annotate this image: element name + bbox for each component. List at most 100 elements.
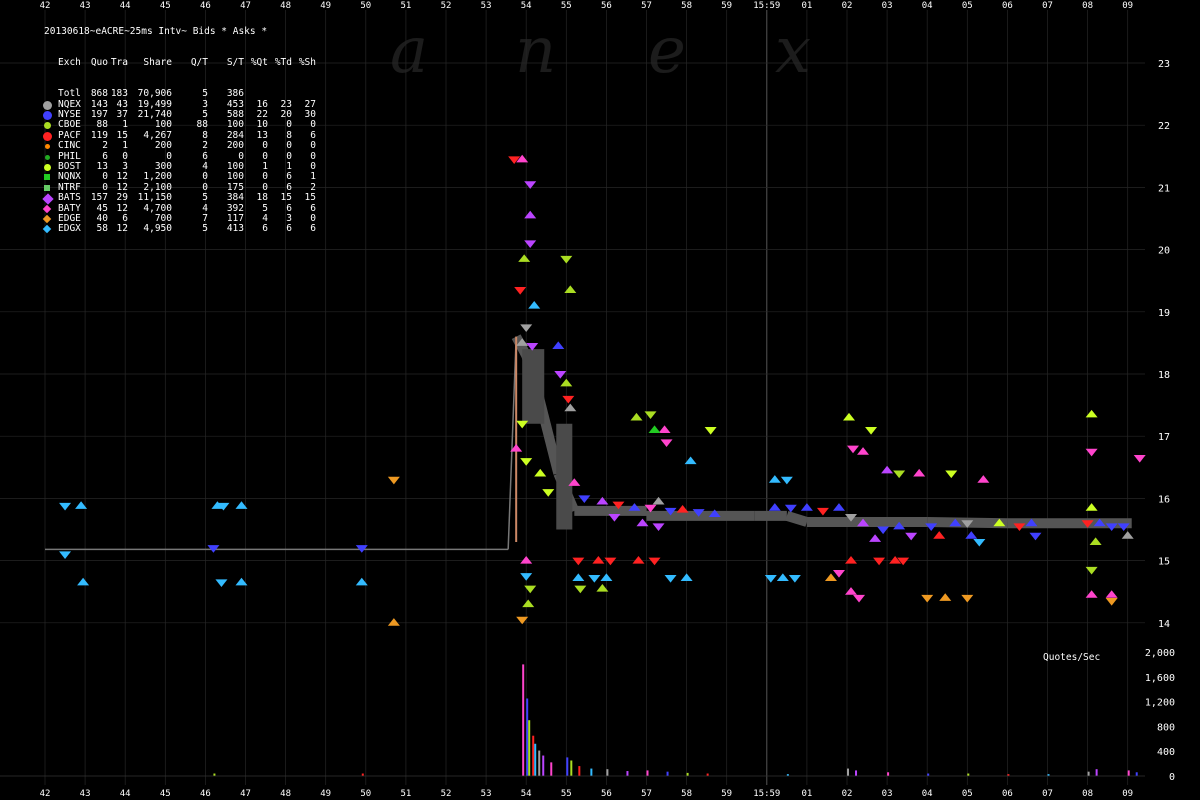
quote-marker: [387, 618, 400, 626]
volume-bar: [522, 664, 525, 776]
y-tick-label: 16: [1158, 494, 1170, 505]
quote-marker: [847, 445, 860, 454]
stats-body: Totl 868 183 70,906 5 386 NQEX 143 43 19,499 3 453 1…: [42, 88, 316, 235]
x-tick-label-top: 01: [801, 1, 812, 11]
stats-cell-st: 384: [226, 192, 244, 204]
x-tick-label-top: 02: [842, 1, 853, 11]
volume-tick-label: 0: [1169, 772, 1175, 783]
exchange-marker-icon: [44, 174, 50, 181]
volume-bar: [550, 762, 553, 776]
x-tick-label-bottom: 45: [160, 789, 171, 799]
stats-header-cell: %Sh: [298, 57, 316, 69]
quote-marker: [652, 523, 665, 532]
x-tick-label-bottom: 44: [120, 789, 131, 799]
stats-cell-psh: 15: [304, 192, 316, 204]
volume-bar: [1095, 769, 1098, 776]
quote-marker: [680, 573, 693, 582]
volume-bar: [1135, 772, 1138, 776]
volume-tick-label: 2,000: [1145, 648, 1175, 659]
stats-cell-pqt: 18: [256, 192, 268, 204]
x-tick-label-bottom: 51: [400, 789, 411, 799]
x-tick-label-top: 04: [922, 1, 933, 11]
quote-marker: [652, 496, 665, 505]
volume-tick-label: 1,200: [1145, 698, 1175, 709]
quote-marker: [843, 412, 856, 421]
volume-tick-label: 800: [1157, 722, 1175, 733]
quote-marker: [873, 557, 886, 566]
quote-marker: [520, 555, 533, 564]
x-tick-label-bottom: 09: [1122, 789, 1133, 799]
volume-axis-label: Quotes/Sec: [1043, 652, 1101, 663]
nbbo-segment: [785, 511, 809, 527]
x-tick-label-top: 58: [681, 1, 692, 11]
quote-marker: [560, 378, 573, 387]
y-tick-label: 15: [1158, 557, 1170, 568]
x-tick-label-top: 56: [601, 1, 612, 11]
volume-bar: [967, 773, 970, 776]
quote-marker: [768, 503, 781, 511]
x-tick-label-bottom: 01: [801, 789, 812, 799]
x-tick-label-bottom: 42: [40, 789, 51, 799]
quote-marker: [522, 599, 535, 608]
quote-marker: [865, 426, 878, 435]
exchange-marker-icon: [44, 163, 51, 171]
x-tick-label-bottom: 57: [641, 789, 652, 799]
quote-marker: [939, 593, 952, 601]
volume-bar: [706, 773, 709, 776]
x-tick-label-bottom: 06: [1002, 789, 1013, 799]
stats-header-cell: S/T: [226, 57, 244, 69]
quote-marker: [1133, 454, 1146, 463]
quote-marker: [528, 300, 541, 309]
stats-row: BATS 157 29 11,150 5 384 18 15 15: [42, 192, 316, 205]
x-tick-label-bottom: 15:59: [753, 789, 780, 799]
exchange-stats-table: 20130618~eACRE~25ms Intv~ Bids * Asks * …: [42, 6, 316, 256]
quote-marker: [961, 594, 974, 603]
volume-bar: [1127, 770, 1130, 776]
quote-marker: [592, 555, 605, 564]
x-tick-label-bottom: 08: [1082, 789, 1093, 799]
volume-bar: [526, 698, 529, 776]
x-tick-label-top: 53: [481, 1, 492, 11]
exchange-marker-icon: [44, 122, 51, 130]
volume-bar: [606, 769, 609, 776]
exchange-marker-icon: [43, 131, 52, 141]
exchange-marker-icon: [42, 225, 52, 234]
x-tick-label-top: 59: [721, 1, 732, 11]
stats-cell-pqt: 6: [262, 223, 268, 235]
quote-marker: [578, 495, 591, 504]
stats-cell-exch: EDGX: [58, 223, 81, 235]
stats-header-cell: Q/T: [190, 57, 208, 69]
x-tick-label-bottom: 50: [360, 789, 371, 799]
volume-bar: [646, 770, 649, 776]
quote-marker: [560, 255, 573, 264]
y-tick-label: 20: [1158, 246, 1170, 257]
y-tick-label: 17: [1158, 432, 1170, 443]
volume-tick-label: 400: [1157, 747, 1175, 758]
stats-cell-qt: 5: [202, 192, 208, 204]
watermark: anex: [390, 14, 811, 88]
y-tick-label: 18: [1158, 370, 1170, 381]
x-tick-label-top: 08: [1082, 1, 1093, 11]
exchange-marker-icon: [45, 154, 50, 160]
quote-marker: [768, 475, 781, 483]
x-tick-label-bottom: 59: [721, 789, 732, 799]
quote-marker: [387, 476, 400, 485]
x-tick-label-top: 06: [1002, 1, 1013, 11]
y-tick-label: 19: [1158, 308, 1170, 319]
exchange-marker-icon: [42, 214, 52, 224]
y-tick-label: 14: [1158, 619, 1170, 630]
exchange-marker-icon: [42, 204, 52, 213]
quote-marker: [77, 577, 90, 586]
quote-marker: [1121, 531, 1134, 539]
quote-marker: [913, 468, 926, 477]
quote-marker: [59, 551, 72, 559]
y-tick-label: 21: [1158, 183, 1170, 194]
x-tick-label-top: 51: [400, 1, 411, 11]
stats-header-cell: %Qt: [250, 57, 268, 69]
volume-bar: [626, 771, 629, 776]
volume-bars: [0, 664, 1145, 777]
quote-marker: [572, 557, 585, 566]
quote-marker: [664, 575, 677, 583]
quote-marker: [973, 538, 986, 547]
volume-bar: [1087, 771, 1090, 776]
